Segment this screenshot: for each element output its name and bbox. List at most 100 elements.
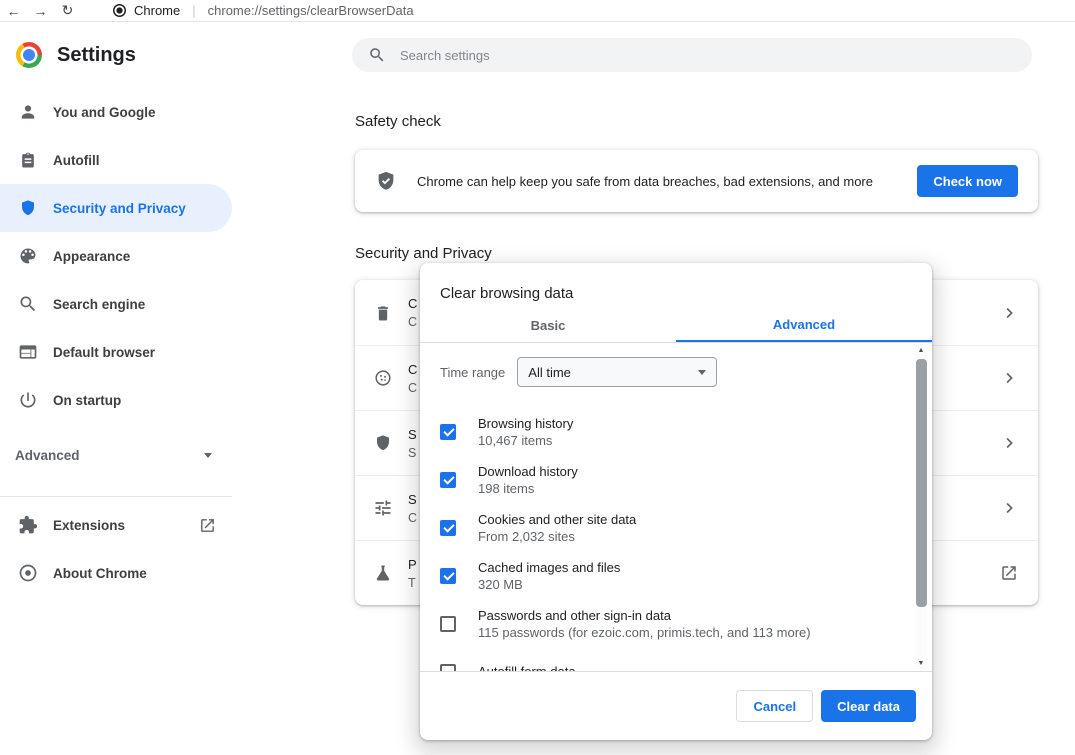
sidebar-item-autofill[interactable]: Autofill [0, 136, 232, 184]
cookie-icon [373, 368, 393, 388]
checkbox-autofill-form-data[interactable] [440, 664, 456, 672]
tab-advanced[interactable]: Advanced [676, 308, 932, 342]
settings-brand: Settings [0, 22, 232, 68]
shield-check-icon [375, 170, 397, 192]
search-icon [18, 294, 38, 314]
dialog-scrollbar[interactable]: ▲ ▼ [915, 345, 927, 669]
site-icon [113, 4, 126, 17]
page-title: Settings [57, 44, 136, 67]
search-input[interactable] [398, 47, 1016, 64]
row-browsing-history[interactable]: Browsing history 10,467 items [420, 408, 932, 456]
sidebar-item-label: Security and Privacy [53, 201, 186, 216]
row-label: Cookies and other site data [478, 512, 636, 527]
chrome-logo-icon [16, 42, 42, 68]
power-icon [18, 390, 38, 410]
sidebar-item-search-engine[interactable]: Search engine [0, 280, 232, 328]
autofill-icon [18, 150, 38, 170]
row-text: Cookies and other site data From 2,032 s… [478, 512, 636, 544]
row-download-history[interactable]: Download history 198 items [420, 456, 932, 504]
dialog-body: Time range All time Browsing history 10,… [420, 343, 932, 672]
row-cached-images-files[interactable]: Cached images and files 320 MB [420, 552, 932, 600]
sidebar-nav: You and Google Autofill Security and Pri… [0, 88, 232, 424]
safety-check-heading: Safety check [355, 113, 441, 130]
sidebar-item-on-startup[interactable]: On startup [0, 376, 232, 424]
reload-icon: ↻ [62, 2, 74, 18]
settings-search[interactable] [352, 38, 1032, 72]
sidebar-advanced-toggle[interactable]: Advanced [0, 432, 232, 478]
row-label: Download history [478, 464, 578, 479]
external-link-icon [199, 517, 216, 534]
checkbox-cookies-site-data[interactable] [440, 520, 456, 536]
clear-data-button[interactable]: Clear data [821, 690, 916, 722]
row-label: Cached images and files [478, 560, 620, 575]
row-label: Passwords and other sign-in data [478, 608, 811, 623]
scrollbar-thumb[interactable] [916, 359, 927, 607]
check-now-button[interactable]: Check now [917, 165, 1018, 197]
person-icon [18, 102, 38, 122]
dialog-tabs: Basic Advanced [420, 308, 932, 343]
clear-data-list: Browsing history 10,467 items Download h… [420, 408, 932, 672]
sidebar-item-label: Search engine [53, 297, 145, 312]
sidebar-item-appearance[interactable]: Appearance [0, 232, 232, 280]
checkbox-download-history[interactable] [440, 472, 456, 488]
sidebar-item-label: On startup [53, 393, 121, 408]
forward-icon: → [34, 3, 48, 19]
scroll-up-icon[interactable]: ▲ [915, 347, 927, 354]
row-text: Browsing history 10,467 items [478, 416, 573, 448]
back-button[interactable]: ← [0, 3, 27, 19]
scroll-down-icon[interactable]: ▼ [915, 660, 927, 667]
chevron-right-icon [1000, 499, 1018, 517]
row-text: Passwords and other sign-in data 115 pas… [478, 608, 811, 640]
sidebar-item-you-and-google[interactable]: You and Google [0, 88, 232, 136]
time-range-value: All time [528, 365, 571, 380]
row-label: Autofill form data [478, 664, 576, 673]
row-cookies-site-data[interactable]: Cookies and other site data From 2,032 s… [420, 504, 932, 552]
search-icon [368, 46, 386, 64]
address-url: chrome://settings/clearBrowserData [208, 3, 414, 18]
chevron-right-icon [1000, 434, 1018, 452]
time-range-select[interactable]: All time [517, 357, 717, 387]
sidebar-item-label: Appearance [53, 249, 130, 264]
reload-button[interactable]: ↻ [54, 2, 81, 19]
sidebar-item-security-and-privacy[interactable]: Security and Privacy [0, 184, 232, 232]
cancel-button[interactable]: Cancel [736, 690, 813, 722]
settings-sidebar: Settings You and Google Autofill Securit… [0, 22, 232, 597]
sidebar-item-label: Extensions [53, 518, 125, 533]
dialog-title: Clear browsing data [420, 263, 932, 302]
row-text: Autofill form data [478, 664, 576, 673]
row-passwords[interactable]: Passwords and other sign-in data 115 pas… [420, 600, 932, 648]
address-separator: | [192, 3, 195, 18]
sidebar-item-label: About Chrome [53, 566, 147, 581]
trash-icon [373, 303, 393, 323]
chevron-down-icon [698, 370, 706, 375]
tab-basic[interactable]: Basic [420, 308, 676, 342]
sidebar-item-default-browser[interactable]: Default browser [0, 328, 232, 376]
address-bar[interactable]: Chrome | chrome://settings/clearBrowserD… [113, 3, 414, 18]
sidebar-item-about-chrome[interactable]: About Chrome [0, 549, 232, 597]
security-privacy-heading: Security and Privacy [355, 245, 492, 262]
shield-icon [373, 433, 393, 453]
sidebar-divider [0, 496, 232, 497]
browser-topbar: ← → ↻ Chrome | chrome://settings/clearBr… [0, 0, 1075, 22]
row-text: Download history 198 items [478, 464, 578, 496]
shield-icon [18, 198, 38, 218]
row-detail: 198 items [478, 481, 578, 496]
checkbox-passwords[interactable] [440, 616, 456, 632]
site-label: Chrome [134, 3, 180, 18]
back-icon: ← [7, 3, 21, 19]
forward-button[interactable]: → [27, 3, 54, 19]
safety-check-description: Chrome can help keep you safe from data … [417, 174, 897, 189]
dialog-footer: Cancel Clear data [420, 672, 932, 740]
flask-icon [373, 563, 393, 583]
row-detail: 10,467 items [478, 433, 573, 448]
checkbox-browsing-history[interactable] [440, 424, 456, 440]
sidebar-item-extensions[interactable]: Extensions [0, 501, 232, 549]
row-autofill-form-data[interactable]: Autofill form data [420, 648, 932, 672]
chevron-right-icon [1000, 304, 1018, 322]
palette-icon [18, 246, 38, 266]
safety-check-card: Chrome can help keep you safe from data … [355, 150, 1038, 212]
row-text: Cached images and files 320 MB [478, 560, 620, 592]
advanced-label: Advanced [15, 448, 80, 463]
sidebar-item-label: Autofill [53, 153, 100, 168]
checkbox-cached-images-files[interactable] [440, 568, 456, 584]
